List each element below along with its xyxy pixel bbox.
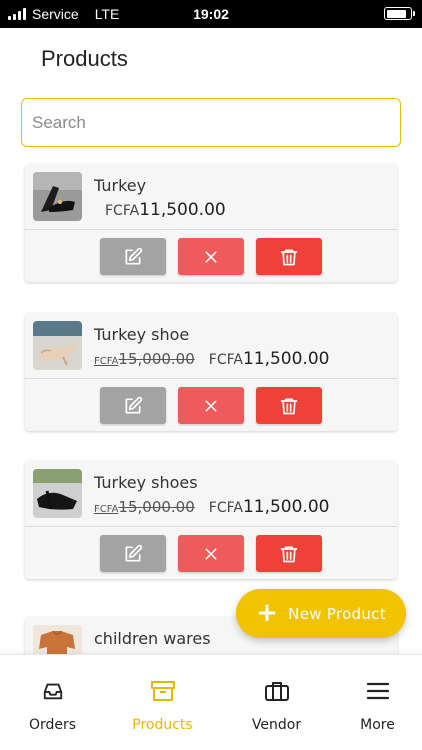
original-price-value: 15,000.00 [118, 350, 195, 368]
product-name: Turkey shoes [94, 473, 198, 492]
price-value: 11,500.00 [139, 200, 226, 220]
new-product-label: New Product [288, 604, 386, 623]
product-name: children wares [94, 629, 211, 648]
product-price: FCFA11,500.00 [105, 200, 226, 220]
trash-icon [280, 546, 298, 562]
product-price: FCFA15,000.00 FCFA11,500.00 [94, 349, 329, 369]
archive-box-icon [150, 679, 176, 703]
nav-label: Orders [28, 717, 77, 733]
delete-button[interactable] [256, 387, 322, 424]
price-currency: FCFA [208, 500, 243, 516]
product-card: Turkey FCFA11,500.00 [25, 164, 397, 282]
trash-icon [280, 249, 298, 265]
nav-label: Products [132, 717, 193, 733]
status-bar: Service LTE 19:02 [0, 0, 422, 28]
inbox-icon [42, 679, 64, 703]
original-price: FCFA15,000.00 [94, 498, 195, 516]
plus-icon: + [256, 597, 279, 628]
original-price-currency: FCFA [94, 504, 119, 515]
product-name: Turkey shoe [94, 325, 190, 344]
edit-button[interactable] [100, 387, 166, 424]
close-icon [205, 548, 217, 559]
unpublish-button[interactable] [178, 238, 244, 275]
search-input[interactable] [21, 98, 401, 147]
page-title: Products [41, 46, 128, 71]
product-image[interactable] [33, 172, 82, 221]
edit-icon [125, 396, 143, 413]
edit-icon [125, 544, 143, 561]
nav-label: More [360, 717, 395, 733]
product-image[interactable] [33, 469, 82, 518]
edit-button[interactable] [100, 238, 166, 275]
price-value: 11,500.00 [242, 497, 330, 517]
product-price: FCFA15,000.00 FCFA11,500.00 [94, 497, 329, 517]
unpublish-button[interactable] [178, 387, 244, 424]
briefcase-icon [264, 679, 290, 703]
menu-icon [366, 679, 390, 703]
nav-products[interactable]: Products [110, 655, 215, 750]
delete-button[interactable] [256, 238, 322, 275]
battery-icon [384, 7, 415, 20]
delete-button[interactable] [256, 535, 322, 572]
clock: 19:02 [193, 6, 229, 22]
bottom-nav: Orders Products Vendor More [0, 654, 422, 750]
product-image[interactable] [33, 321, 82, 370]
product-card: Turkey shoe FCFA15,000.00 FCFA11,500.00 [25, 313, 397, 431]
original-price: FCFA15,000.00 [94, 350, 195, 368]
close-icon [205, 251, 217, 262]
close-icon [205, 400, 217, 411]
product-name: Turkey [94, 176, 147, 195]
price-currency: FCFA [105, 203, 140, 219]
unpublish-button[interactable] [178, 535, 244, 572]
original-price-value: 15,000.00 [118, 498, 195, 516]
price-currency: FCFA [208, 352, 243, 368]
original-price-currency: FCFA [94, 356, 119, 367]
nav-label: Vendor [251, 717, 302, 733]
edit-button[interactable] [100, 535, 166, 572]
price-value: 11,500.00 [242, 349, 330, 369]
trash-icon [280, 398, 298, 414]
nav-vendor[interactable]: Vendor [224, 655, 329, 750]
nav-more[interactable]: More [325, 655, 422, 750]
new-product-button[interactable]: + New Product [236, 589, 406, 638]
product-card: Turkey shoes FCFA15,000.00 FCFA11,500.00 [25, 461, 397, 579]
nav-orders[interactable]: Orders [0, 655, 105, 750]
edit-icon [125, 247, 143, 264]
